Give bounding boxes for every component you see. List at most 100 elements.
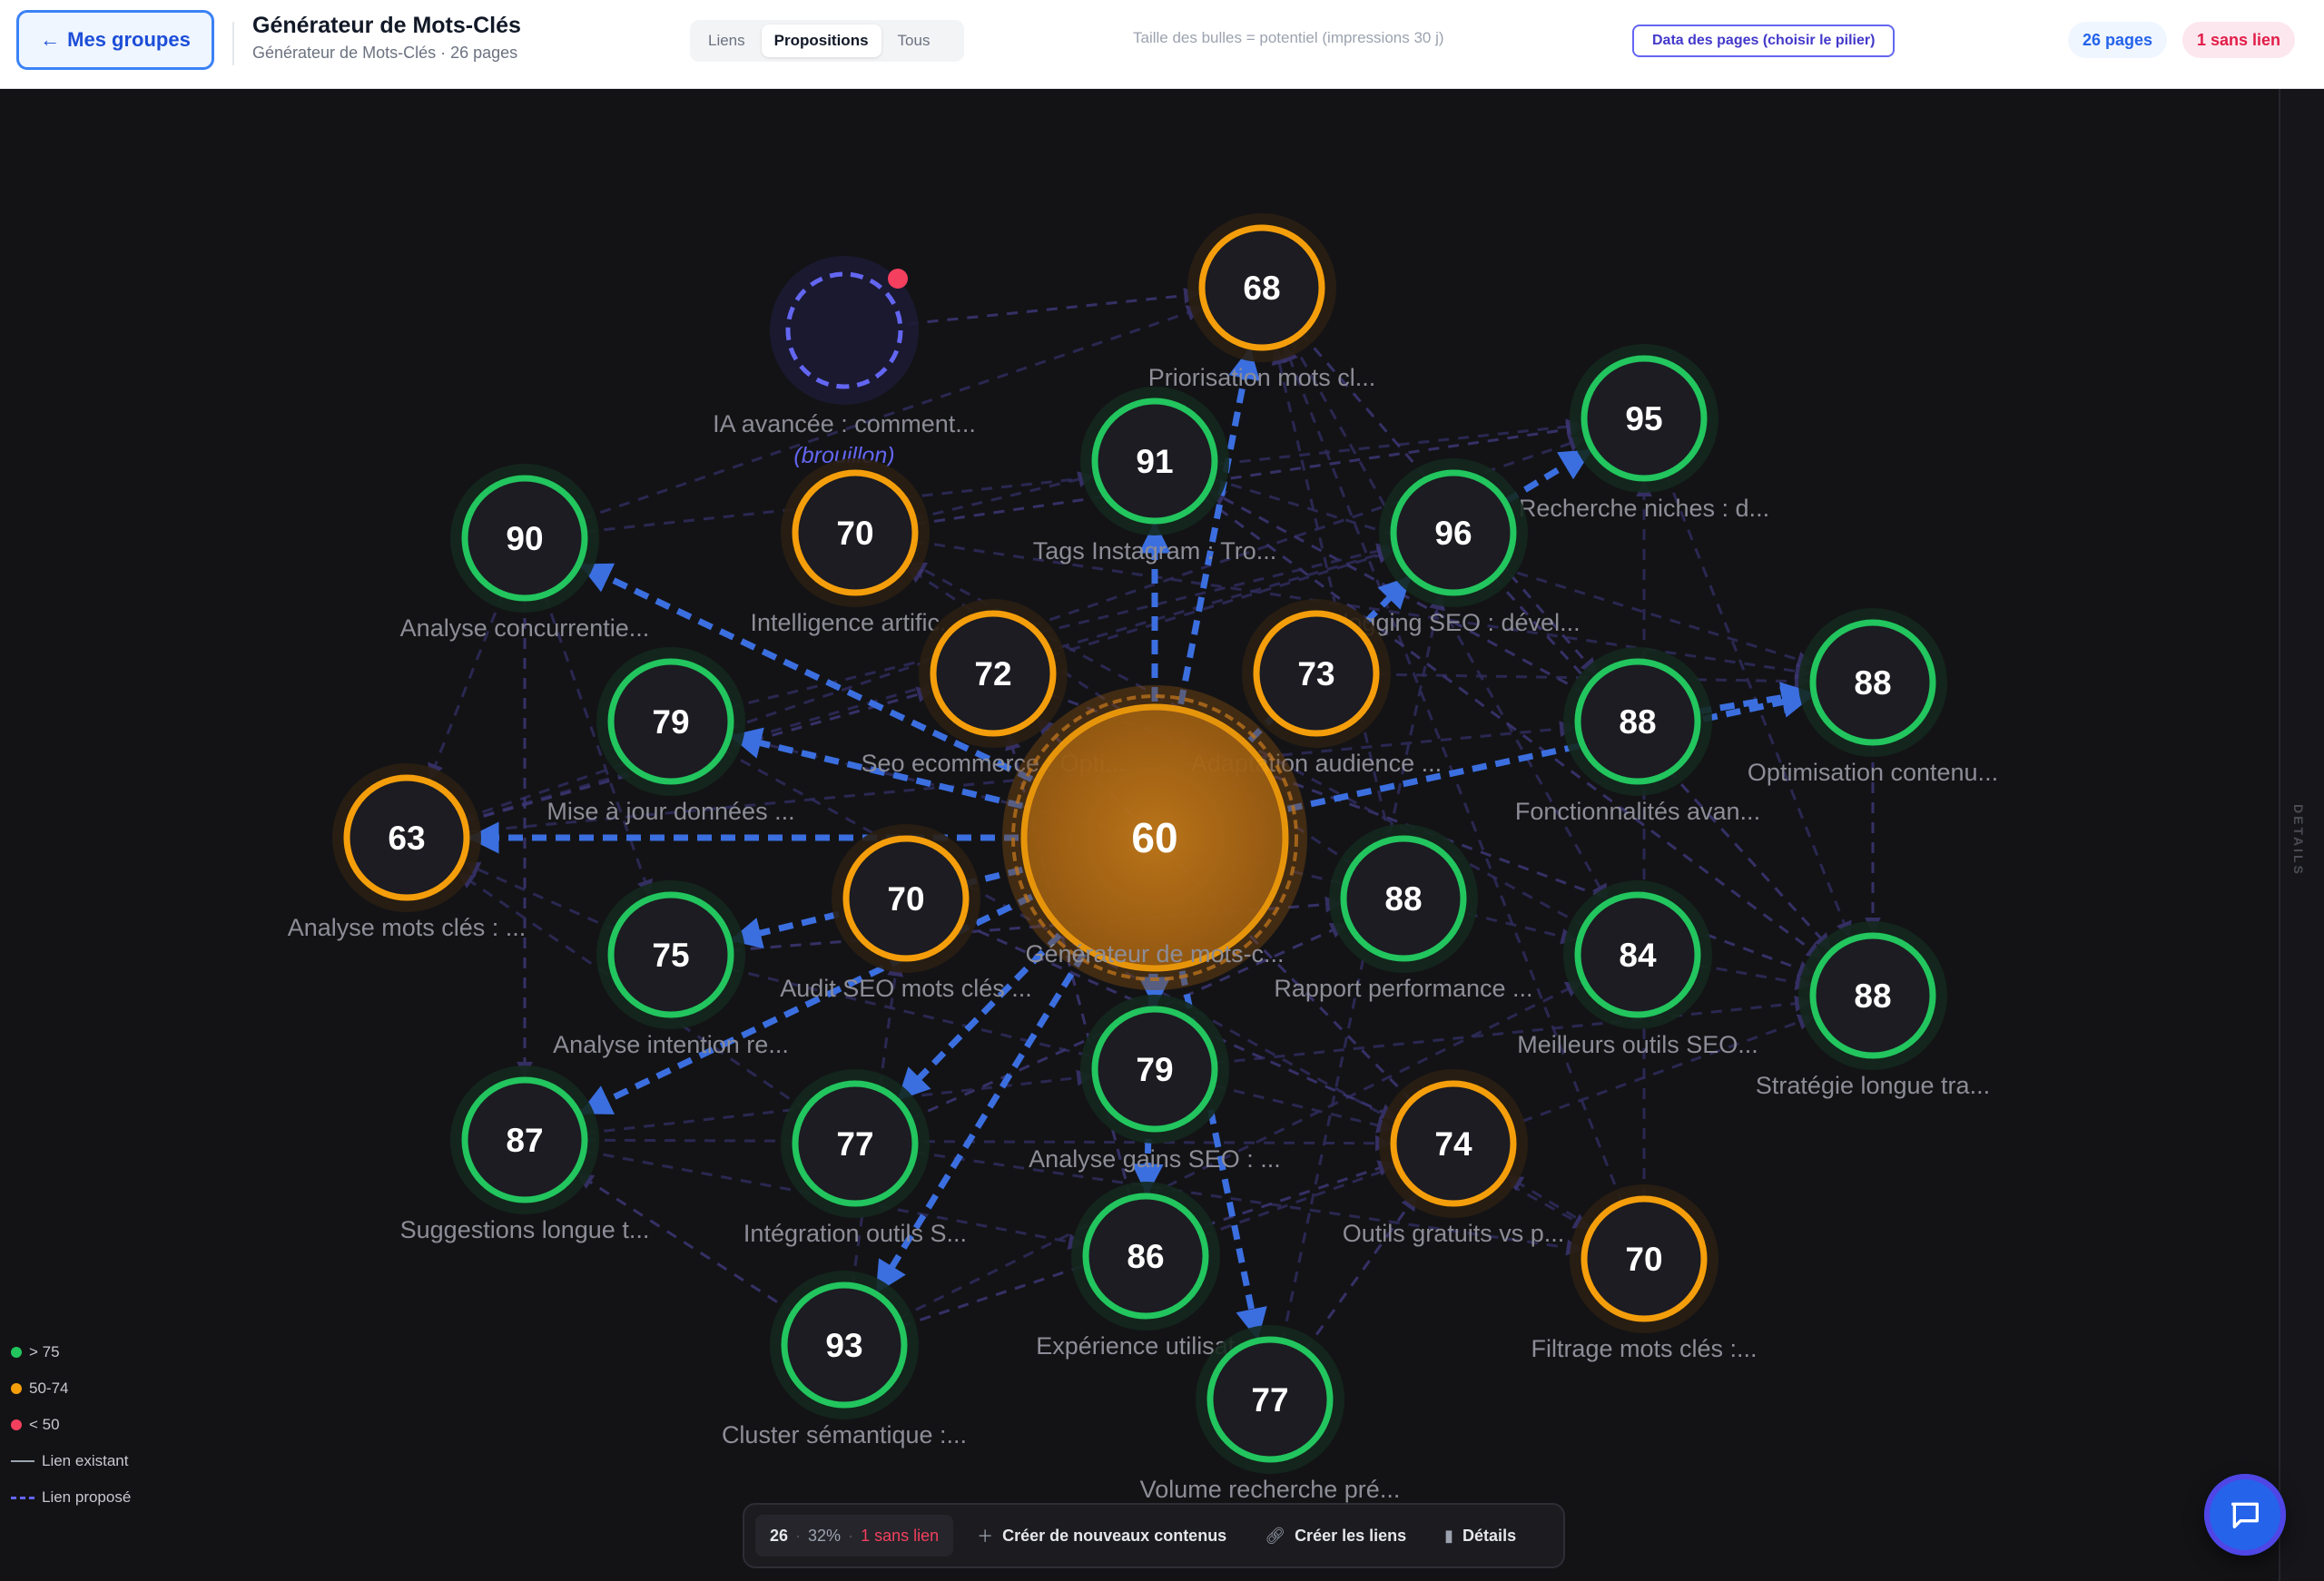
node-label: Analyse intention re... bbox=[553, 1031, 789, 1058]
node-score: 93 bbox=[825, 1327, 862, 1364]
node-label: Tags Instagram : Tro... bbox=[1033, 537, 1277, 565]
node-label: Audit SEO mots clés ... bbox=[780, 975, 1032, 1002]
page-node[interactable]: 88 Fonctionnalités avan... bbox=[1515, 647, 1760, 825]
pillar-node[interactable]: 60 Générateur de mots-c... bbox=[1002, 685, 1307, 990]
node-score: 88 bbox=[1384, 880, 1422, 918]
node-label: Outils gratuits vs p... bbox=[1343, 1220, 1565, 1247]
node-score: 68 bbox=[1243, 270, 1280, 307]
page-node[interactable]: 75 Analyse intention re... bbox=[553, 880, 789, 1058]
stats-separator: · bbox=[795, 1526, 802, 1545]
node-label: Mise à jour données ... bbox=[547, 798, 794, 825]
background-link bbox=[1696, 963, 1812, 991]
node-score: 88 bbox=[1854, 977, 1891, 1015]
legend-label: Lien proposé bbox=[42, 1488, 132, 1506]
background-link bbox=[1304, 1193, 1418, 1352]
node-score: 77 bbox=[836, 1125, 873, 1163]
node-label: Suggestions longue t... bbox=[400, 1216, 650, 1243]
node-score: 96 bbox=[1434, 515, 1472, 552]
node-score: 79 bbox=[652, 703, 689, 741]
link-graph[interactable]: IA avancée : comment...(brouillon) 68 Prio… bbox=[0, 0, 2279, 1581]
create-links-label: Créer les liens bbox=[1295, 1526, 1407, 1545]
red-dot-icon bbox=[11, 1419, 22, 1430]
node-score: 95 bbox=[1625, 400, 1662, 437]
node-score: 73 bbox=[1297, 655, 1334, 692]
node-label: Recherche niches : d... bbox=[1519, 495, 1769, 522]
legend-item-green: > 75 bbox=[11, 1334, 131, 1370]
node-label: Rapport performance ... bbox=[1274, 975, 1532, 1002]
legend-item-proposed-link: Lien proposé bbox=[11, 1479, 131, 1516]
page-node[interactable]: 95 Recherche niches : d... bbox=[1519, 344, 1769, 522]
stats-summary: 26 · 32% · 1 sans lien bbox=[755, 1515, 954, 1556]
node-score: 75 bbox=[652, 937, 689, 974]
legend: > 75 50-74 < 50 Lien existant Lien propo… bbox=[11, 1334, 131, 1516]
page-node[interactable]: 86Expérience utilisat... bbox=[1036, 1182, 1256, 1360]
node-score: 88 bbox=[1619, 703, 1656, 741]
pages-count: 26 bbox=[770, 1526, 789, 1545]
legend-item-existing-link: Lien existant bbox=[11, 1443, 131, 1479]
page-node[interactable]: 90 Analyse concurrentie... bbox=[400, 464, 650, 642]
legend-label: 50-74 bbox=[29, 1380, 69, 1397]
node-score: 63 bbox=[388, 820, 425, 857]
node-score: 79 bbox=[1136, 1051, 1173, 1088]
coverage-percent: 32% bbox=[808, 1526, 842, 1545]
node-label: Priorisation mots cl... bbox=[1148, 364, 1376, 391]
green-dot-icon bbox=[11, 1347, 22, 1358]
node-score: 70 bbox=[836, 515, 873, 552]
node-score: 70 bbox=[1625, 1241, 1662, 1278]
chat-button[interactable] bbox=[2204, 1474, 2286, 1556]
create-content-label: Créer de nouveaux contenus bbox=[1002, 1526, 1227, 1545]
page-node[interactable]: 68 Priorisation mots cl... bbox=[1148, 213, 1376, 391]
legend-label: < 50 bbox=[29, 1416, 60, 1433]
node-score: 87 bbox=[506, 1122, 543, 1159]
details-panel-label: DETAILS bbox=[2291, 804, 2306, 877]
node-score: 77 bbox=[1251, 1381, 1288, 1419]
node-label: IA avancée : comment... bbox=[713, 410, 976, 437]
bottom-action-bar: 26 · 32% · 1 sans lien ＋ Créer de nouvea… bbox=[743, 1503, 1565, 1568]
page-node[interactable]: 63 Analyse mots clés : ... bbox=[288, 763, 527, 941]
legend-item-red: < 50 bbox=[11, 1407, 131, 1443]
node-label: Stratégie longue tra... bbox=[1756, 1072, 1990, 1099]
bar-chart-icon: ▮ bbox=[1444, 1526, 1454, 1545]
node-score: 88 bbox=[1854, 664, 1891, 702]
node-score: 84 bbox=[1619, 937, 1657, 974]
create-content-button[interactable]: ＋ Créer de nouveaux contenus bbox=[962, 1515, 1241, 1556]
node-label: Filtrage mots clés :... bbox=[1531, 1335, 1757, 1362]
node-score: 86 bbox=[1127, 1238, 1164, 1275]
node-score: 70 bbox=[887, 880, 924, 918]
page-node[interactable]: 74 Outils gratuits vs p... bbox=[1343, 1069, 1565, 1247]
legend-label: > 75 bbox=[29, 1343, 60, 1360]
page-node[interactable]: 87 Suggestions longue t... bbox=[400, 1065, 650, 1243]
page-node[interactable]: 88 Rapport performance ... bbox=[1274, 824, 1533, 1002]
page-node[interactable]: 70 Audit SEO mots clés ... bbox=[780, 824, 1032, 1002]
page-node[interactable]: 70 Filtrage mots clés :... bbox=[1531, 1184, 1758, 1362]
orange-dot-icon bbox=[11, 1383, 22, 1394]
page-node[interactable]: 93 Cluster sémantique :... bbox=[722, 1271, 967, 1448]
dashed-line-icon bbox=[11, 1496, 34, 1499]
create-links-button[interactable]: 🔗︎ Créer les liens bbox=[1250, 1515, 1421, 1556]
node-label: Intelligence artific... bbox=[750, 609, 960, 636]
background-link bbox=[907, 287, 1201, 326]
page-node[interactable]: 88 Optimisation contenu... bbox=[1748, 608, 1998, 786]
node-score: 90 bbox=[506, 520, 543, 557]
draft-node[interactable]: IA avancée : comment...(brouillon) bbox=[713, 256, 976, 468]
page-node[interactable]: 77 Intégration outils S... bbox=[743, 1069, 967, 1247]
node-label: Optimisation contenu... bbox=[1748, 759, 1998, 786]
link-icon: 🔗︎ bbox=[1265, 1526, 1286, 1545]
solid-line-icon bbox=[11, 1460, 34, 1462]
node-score: 91 bbox=[1136, 443, 1173, 480]
unlinked-indicator-icon bbox=[888, 269, 908, 289]
page-node[interactable]: 70 Intelligence artific... bbox=[750, 458, 960, 636]
page-node[interactable]: 79 Analyse gains SEO : ... bbox=[1029, 995, 1281, 1173]
pillar-score: 60 bbox=[1131, 814, 1177, 861]
page-node[interactable]: 88 Stratégie longue tra... bbox=[1756, 921, 1990, 1099]
details-label: Détails bbox=[1462, 1526, 1517, 1545]
node-label: Analyse concurrentie... bbox=[400, 614, 650, 642]
node-label: Analyse gains SEO : ... bbox=[1029, 1145, 1281, 1173]
legend-item-orange: 50-74 bbox=[11, 1370, 131, 1407]
pillar-label: Générateur de mots-c... bbox=[1025, 940, 1284, 967]
node-label: Meilleurs outils SEO... bbox=[1517, 1031, 1758, 1058]
details-button[interactable]: ▮ Détails bbox=[1430, 1515, 1531, 1556]
unlinked-count: 1 sans lien bbox=[861, 1526, 940, 1545]
node-label: Cluster sémantique :... bbox=[722, 1421, 967, 1448]
node-score: 74 bbox=[1434, 1125, 1472, 1163]
